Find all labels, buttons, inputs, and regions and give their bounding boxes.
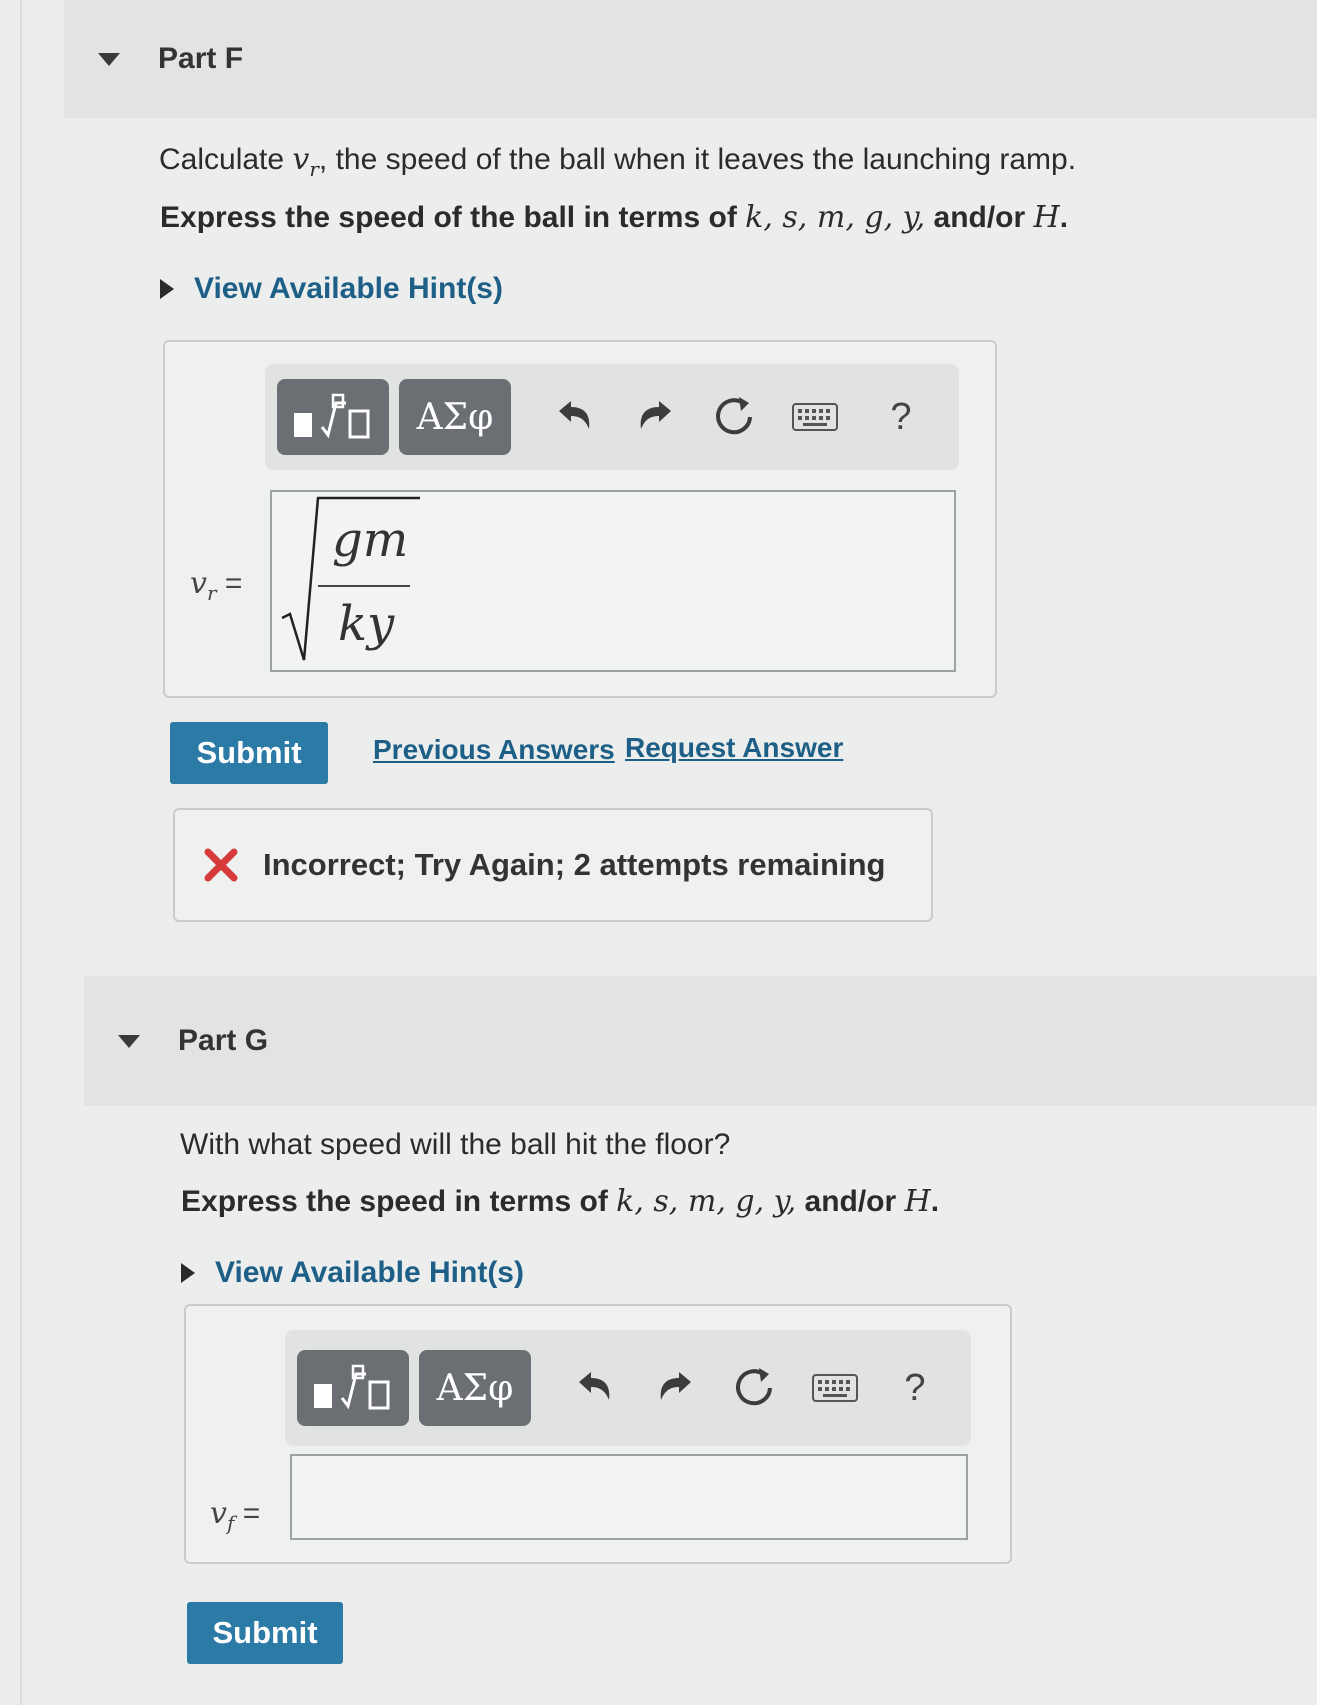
templates-icon [314,1364,390,1410]
part-g-answer-input[interactable] [290,1454,968,1540]
collapse-triangle-icon[interactable] [118,1034,140,1048]
greek-symbols-button[interactable]: ΑΣφ [399,379,511,455]
page-left-rule [20,0,22,1705]
reset-button[interactable] [695,379,775,455]
request-answer-link[interactable]: Request Answer [625,732,843,764]
redo-icon [640,401,671,429]
part-f-hint-toggle[interactable]: View Available Hint(s) [160,272,503,306]
part-g-header[interactable]: Part G [84,976,1317,1106]
part-g-hint-toggle[interactable]: View Available Hint(s) [181,1256,524,1290]
part-f-title: Part F [158,42,244,75]
templates-button[interactable] [277,379,389,455]
redo-button[interactable] [615,379,695,455]
reset-icon [716,397,752,435]
part-f-feedback: Incorrect; Try Again; 2 attempts remaini… [173,808,933,922]
part-f-math-toolbar: ΑΣφ ? [265,364,959,470]
hint-expand-icon [160,279,174,299]
keyboard-button[interactable] [795,1350,875,1426]
part-g-math-toolbar: ΑΣφ ? [285,1330,971,1446]
incorrect-x-icon [204,848,238,882]
feedback-message: Incorrect; Try Again; 2 attempts remaini… [263,847,886,882]
collapse-triangle-icon[interactable] [98,52,120,66]
hint-expand-icon [181,1263,195,1283]
part-f-answer-input[interactable]: gm ky [270,490,956,672]
help-icon: ? [890,395,912,438]
part-g-answer-label: vf = [210,1496,261,1535]
part-f-answer-label: vr = [190,566,243,605]
part-f-header[interactable]: Part F [64,0,1317,118]
reset-button[interactable] [715,1350,795,1426]
reset-icon [736,1368,772,1406]
part-f-submit-button[interactable]: Submit [170,722,328,784]
part-f-hint-label: View Available Hint(s) [194,272,503,305]
previous-answers-link[interactable]: Previous Answers [373,734,615,766]
help-icon: ? [904,1366,926,1409]
answer-numerator: gm [332,512,409,568]
undo-button[interactable] [535,379,615,455]
keyboard-button[interactable] [775,379,855,455]
part-g-submit-button[interactable]: Submit [187,1602,343,1664]
part-f-instructions: Express the speed of the ball in terms o… [160,200,1069,235]
keyboard-icon [792,403,838,431]
part-g-title: Part G [178,1024,269,1057]
answer-denominator: ky [338,596,395,652]
part-g-instructions: Express the speed in terms of k, s, m, g… [181,1184,940,1219]
keyboard-icon [812,1374,858,1402]
help-button[interactable]: ? [861,379,941,455]
help-button[interactable]: ? [875,1350,955,1426]
greek-symbols-button[interactable]: ΑΣφ [419,1350,531,1426]
redo-icon [660,1372,691,1400]
part-g-question: With what speed will the ball hit the fl… [180,1128,731,1161]
undo-button[interactable] [555,1350,635,1426]
undo-icon [579,1372,610,1400]
undo-icon [559,401,590,429]
templates-button[interactable] [297,1350,409,1426]
part-f-question: Calculate vr, the speed of the ball when… [159,142,1077,181]
redo-button[interactable] [635,1350,715,1426]
templates-icon [294,393,370,439]
part-g-hint-label: View Available Hint(s) [215,1256,524,1289]
